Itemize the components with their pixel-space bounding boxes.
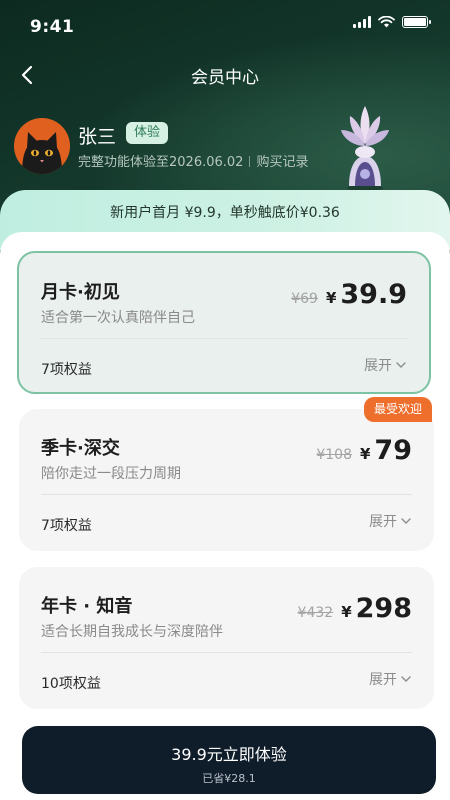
plan-desc: 适合第一次认真陪伴自己 [41,310,195,326]
status-bar: 9:41 [0,0,450,50]
plan-title: 年卡 · 知音 [41,596,133,617]
original-price: ¥432 [297,605,334,621]
plan-desc: 适合长期自我成长与深度陪伴 [41,624,223,640]
plan-price: 39.9 [340,279,407,310]
nav-bar: 会员中心 [0,55,450,95]
plan-price: 298 [355,593,412,624]
chevron-down-icon [401,518,411,524]
chevron-down-icon [401,676,411,682]
trial-badge: 体验 [126,122,169,144]
lotus-mascot-icon [341,106,389,191]
benefits-count: 10项权益 [41,676,101,692]
cat-avatar-icon [14,118,70,174]
currency-symbol: ¥ [325,289,337,307]
cta-label: 39.9元立即体验 [171,745,287,764]
trial-info: 完整功能体验至2026.06.02 购买记录 [78,151,308,170]
most-popular-tag: 最受欢迎 [363,397,432,422]
user-name: 张三 [78,126,117,148]
divider [249,156,251,167]
card-divider [41,652,412,653]
expand-button[interactable]: 展开 [369,511,412,531]
plan-card-yearly[interactable]: 年卡 · 知音 适合长期自我成长与深度陪伴 ¥432 ¥ 298 10项权益 展… [19,567,434,709]
avatar[interactable] [14,118,70,174]
status-icons [353,16,431,28]
benefits-count: 7项权益 [41,518,92,534]
trial-expiry-text: 完整功能体验至2026.06.02 [78,155,244,170]
savings-text: 已省¥28.1 [202,772,256,785]
page-title: 会员中心 [191,68,259,88]
plan-card-quarterly[interactable]: 季卡·深交 陪你走过一段压力周期 ¥108 ¥ 79 7项权益 展开 [19,409,434,551]
benefits-count: 7项权益 [41,362,92,378]
plan-title: 月卡·初见 [41,282,120,303]
start-trial-button[interactable]: 39.9元立即体验 已省¥28.1 [22,726,436,794]
currency-symbol: ¥ [341,603,352,621]
cellular-signal-icon [353,16,371,28]
plan-price: 79 [374,435,412,466]
card-divider [41,338,407,339]
purchase-history-link[interactable]: 购买记录 [256,155,308,170]
battery-icon [402,16,431,28]
chevron-down-icon [396,362,406,368]
original-price: ¥108 [316,447,352,463]
price-row: ¥69 ¥ 39.9 [291,279,407,310]
original-price: ¥69 [291,291,318,307]
expand-button[interactable]: 展开 [364,355,407,375]
plan-card-monthly[interactable]: 月卡·初见 适合第一次认真陪伴自己 ¥69 ¥ 39.9 7项权益 展开 [17,251,431,394]
plan-desc: 陪你走过一段压力周期 [41,466,181,482]
expand-label: 展开 [369,672,397,688]
price-row: ¥108 ¥ 79 [316,435,412,466]
expand-button[interactable]: 展开 [369,669,412,689]
price-row: ¥432 ¥ 298 [298,593,412,624]
expand-label: 展开 [364,358,392,374]
card-divider [41,494,412,495]
plan-title: 季卡·深交 [41,438,120,459]
currency-symbol: ¥ [359,445,371,463]
status-time: 9:41 [30,17,75,37]
expand-label: 展开 [369,514,397,530]
wifi-icon [378,16,395,28]
promo-text: 新用户首月 ¥9.9，单秒触底价¥0.36 [110,205,340,221]
